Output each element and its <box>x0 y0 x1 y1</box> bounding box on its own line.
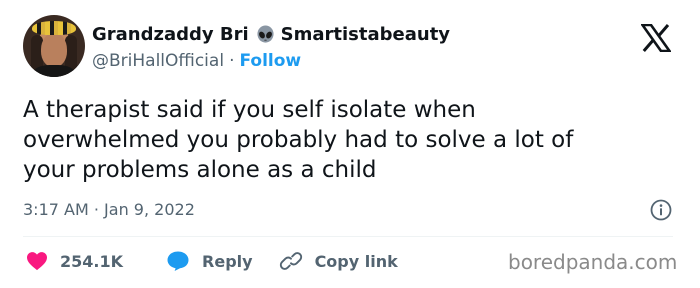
handle-row: @BriHallOfficial · Follow <box>92 51 301 71</box>
avatar-shirt <box>33 65 75 77</box>
heart-icon <box>27 252 47 271</box>
reply-bubble-icon <box>167 251 189 271</box>
info-icon[interactable] <box>650 199 672 221</box>
divider <box>23 236 673 237</box>
handle-separator: · <box>229 51 235 71</box>
reply-label: Reply <box>202 251 253 271</box>
user-handle[interactable]: @BriHallOfficial <box>92 51 224 71</box>
tweet-timestamp[interactable]: 3:17 AM · Jan 9, 2022 <box>23 200 195 219</box>
tweet-date: Jan 9, 2022 <box>104 200 195 219</box>
link-icon <box>279 252 302 270</box>
alien-icon <box>257 25 274 43</box>
tweet-text-line: overwhelmed you probably had to solve a … <box>23 127 574 153</box>
name-row: Grandzaddy Bri Smartistabeauty <box>92 24 450 45</box>
x-logo-icon[interactable] <box>641 24 671 52</box>
display-name-suffix[interactable]: Smartistabeauty <box>281 24 450 45</box>
timestamp-separator: · <box>93 200 99 219</box>
avatar[interactable] <box>23 15 85 77</box>
reply-button[interactable]: Reply <box>166 250 253 272</box>
avatar-face <box>41 33 67 67</box>
avatar-headscarf <box>32 21 76 35</box>
tweet-text-line: your problems alone as a child <box>23 157 377 183</box>
tweet-text-line: A therapist said if you self isolate whe… <box>23 97 476 123</box>
copy-link-button[interactable]: Copy link <box>279 249 398 273</box>
action-bar: 254.1K Reply Copy link <box>26 249 398 273</box>
copy-link-label: Copy link <box>314 251 398 271</box>
follow-button[interactable]: Follow <box>239 51 301 71</box>
watermark: boredpanda.com <box>508 250 678 274</box>
like-count: 254.1K <box>60 251 124 271</box>
like-button[interactable]: 254.1K <box>26 251 123 271</box>
tweet-card: Grandzaddy Bri Smartistabeauty @BriHallO… <box>0 0 700 288</box>
display-name[interactable]: Grandzaddy Bri <box>92 24 249 45</box>
tweet-text: A therapist said if you self isolate whe… <box>23 95 673 185</box>
tweet-time: 3:17 AM <box>23 200 89 219</box>
